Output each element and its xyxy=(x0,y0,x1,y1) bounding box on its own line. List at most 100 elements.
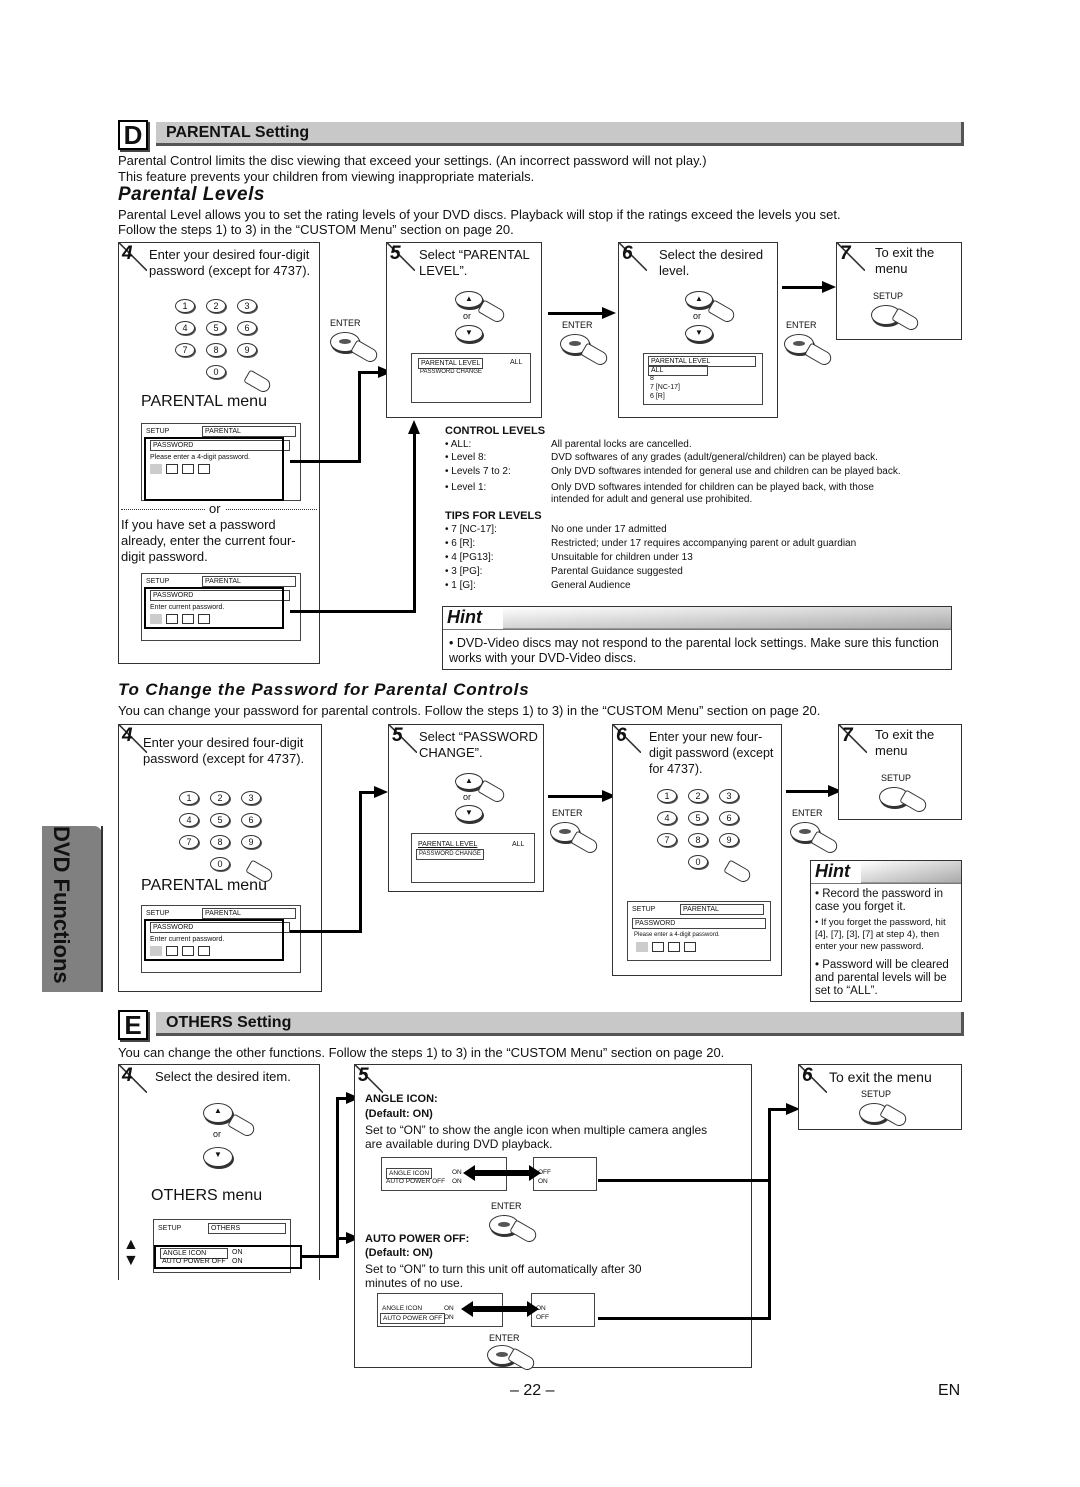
cp-step6-box: 6 Enter your new four-digit password (ex… xyxy=(612,724,782,976)
level-option[interactable]: 7 [NC-17] xyxy=(650,383,680,392)
key-1[interactable]: 1 xyxy=(179,791,199,805)
flow-arrow-icon xyxy=(602,307,616,319)
auto-power-off-options: ON OFF xyxy=(531,1293,595,1327)
pl-step4-box: 4 Enter your desired four-digit password… xyxy=(118,242,320,664)
current-password-screen: SETUP PARENTAL PASSWORD Enter current pa… xyxy=(141,905,301,973)
section-d-intro-2: This feature prevents your children from… xyxy=(118,169,535,184)
parental-levels-heading: Parental Levels xyxy=(118,184,265,205)
key-9[interactable]: 9 xyxy=(719,833,739,847)
key-9[interactable]: 9 xyxy=(241,835,261,849)
key-6[interactable]: 6 xyxy=(719,811,739,825)
key-1[interactable]: 1 xyxy=(175,299,195,313)
key-4[interactable]: 4 xyxy=(179,813,199,827)
auto-power-off-default: (Default: ON) xyxy=(365,1247,433,1259)
hand-pointer-icon xyxy=(804,342,834,368)
alt-instruction: If you have set a password already, ente… xyxy=(121,517,296,564)
cp-step4-box: 4 Enter your desired four-digit password… xyxy=(118,724,322,992)
setup-label: SETUP xyxy=(881,773,912,783)
step-number: 4 xyxy=(122,1065,133,1086)
key-8[interactable]: 8 xyxy=(210,835,230,849)
auto-power-off-desc: Set to “ON” to turn this unit off automa… xyxy=(365,1262,642,1290)
key-0[interactable]: 0 xyxy=(688,855,708,869)
key-0[interactable]: 0 xyxy=(210,857,230,871)
level-option[interactable]: 6 [R] xyxy=(650,392,665,401)
side-tab: DVD Functions xyxy=(42,826,102,992)
down-button[interactable]: ▼ xyxy=(203,1147,233,1167)
cp-step5-box: 5 Select “PASSWORD CHANGE”. ▲ or ▼ PAREN… xyxy=(388,724,544,892)
key-7[interactable]: 7 xyxy=(179,835,199,849)
current-password-screen: SETUP PARENTAL PASSWORD Enter current pa… xyxy=(141,573,301,641)
hint-title: Hint xyxy=(447,607,482,627)
page-number: – 22 – xyxy=(510,1382,555,1399)
hand-pointer-icon xyxy=(570,830,600,856)
step-instruction: Enter your desired four-digit password (… xyxy=(149,247,311,278)
others-step5-box: 5 ANGLE ICON: (Default: ON) Set to “ON” … xyxy=(354,1064,752,1373)
side-tab-label: DVD Functions xyxy=(49,826,74,984)
number-keypad: 1 2 3 4 5 6 7 8 9 0 xyxy=(657,789,741,869)
up-button[interactable]: ▲ xyxy=(685,291,713,308)
hint-text: • DVD-Video discs may not respond to the… xyxy=(449,636,939,665)
parental-level-list-screen: PARENTAL LEVEL ALL 8 7 [NC-17] 6 [R] xyxy=(643,353,763,405)
key-9[interactable]: 9 xyxy=(237,343,257,357)
key-3[interactable]: 3 xyxy=(719,789,739,803)
step-instruction: Select “PASSWORD CHANGE”. xyxy=(419,729,538,760)
auto-power-off-title: AUTO POWER OFF: xyxy=(365,1233,470,1245)
or-separator: or xyxy=(205,501,225,516)
angle-icon-options: OFF ON xyxy=(533,1157,597,1191)
flow-arrow-icon xyxy=(408,420,420,434)
key-7[interactable]: 7 xyxy=(175,343,195,357)
key-2[interactable]: 2 xyxy=(210,791,230,805)
key-5[interactable]: 5 xyxy=(206,321,226,335)
language-code: EN xyxy=(938,1382,961,1399)
level-option[interactable]: ALL xyxy=(648,365,708,376)
cp-step7-box: 7 To exit the menu SETUP xyxy=(838,724,962,820)
key-2[interactable]: 2 xyxy=(688,789,708,803)
key-8[interactable]: 8 xyxy=(688,833,708,847)
key-1[interactable]: 1 xyxy=(657,789,677,803)
hand-pointer-icon xyxy=(899,789,929,815)
number-keypad: 1 2 3 4 5 6 7 8 9 0 xyxy=(179,791,263,871)
hand-pointer-icon xyxy=(580,342,610,368)
section-d-intro-1: Parental Control limits the disc viewing… xyxy=(118,153,707,168)
step-number: 4 xyxy=(122,725,133,746)
step-instruction: To exit the menu xyxy=(829,1069,932,1085)
up-button[interactable]: ▲ xyxy=(455,291,483,308)
step-instruction: To exit the menu xyxy=(875,727,935,758)
key-6[interactable]: 6 xyxy=(237,321,257,335)
key-3[interactable]: 3 xyxy=(241,791,261,805)
section-title: OTHERS Setting xyxy=(156,1012,964,1036)
parental-menu-screen: PARENTAL LEVEL ALL PASSWORD CHANGE xyxy=(411,833,535,883)
enter-label: ENTER xyxy=(330,318,361,328)
hint-box: Hint • Record the password in case you f… xyxy=(810,860,962,1002)
down-button[interactable]: ▼ xyxy=(455,325,483,342)
step-number: 7 xyxy=(842,725,853,746)
key-4[interactable]: 4 xyxy=(657,811,677,825)
key-6[interactable]: 6 xyxy=(241,813,261,827)
step-number: 6 xyxy=(616,725,627,746)
number-keypad: 1 2 3 4 5 6 7 8 9 0 xyxy=(175,299,259,379)
enter-label: ENTER xyxy=(562,320,593,330)
level-option[interactable]: 8 xyxy=(650,374,654,383)
step-number: 4 xyxy=(122,243,133,264)
down-button[interactable]: ▼ xyxy=(685,325,713,342)
key-4[interactable]: 4 xyxy=(175,321,195,335)
new-password-screen: SETUP PARENTAL PASSWORD Please enter a 4… xyxy=(627,901,771,961)
hint-item: • Record the password in case you forget… xyxy=(815,888,944,913)
key-5[interactable]: 5 xyxy=(688,811,708,825)
up-button[interactable]: ▲ xyxy=(203,1103,233,1123)
key-3[interactable]: 3 xyxy=(237,299,257,313)
menu-label: PARENTAL menu xyxy=(141,393,267,410)
step-instruction: Enter your new four-digit password (exce… xyxy=(649,730,774,776)
key-7[interactable]: 7 xyxy=(657,833,677,847)
parental-menu-screen: PARENTAL LEVEL ALL PASSWORD CHANGE xyxy=(411,353,531,403)
key-8[interactable]: 8 xyxy=(206,343,226,357)
down-button[interactable]: ▼ xyxy=(455,805,483,822)
angle-icon-desc: Set to “ON” to show the angle icon when … xyxy=(365,1123,708,1151)
step-instruction: Enter your desired four-digit password (… xyxy=(143,735,305,766)
key-5[interactable]: 5 xyxy=(210,813,230,827)
others-menu-screen: SETUP OTHERS ANGLE ICON ON AUTO POWER OF… xyxy=(153,1219,302,1273)
step-number: 7 xyxy=(840,243,851,264)
key-0[interactable]: 0 xyxy=(206,365,226,379)
key-2[interactable]: 2 xyxy=(206,299,226,313)
pl-step5-box: 5 Select “PARENTAL LEVEL”. ▲ or ▼ PARENT… xyxy=(386,242,542,418)
